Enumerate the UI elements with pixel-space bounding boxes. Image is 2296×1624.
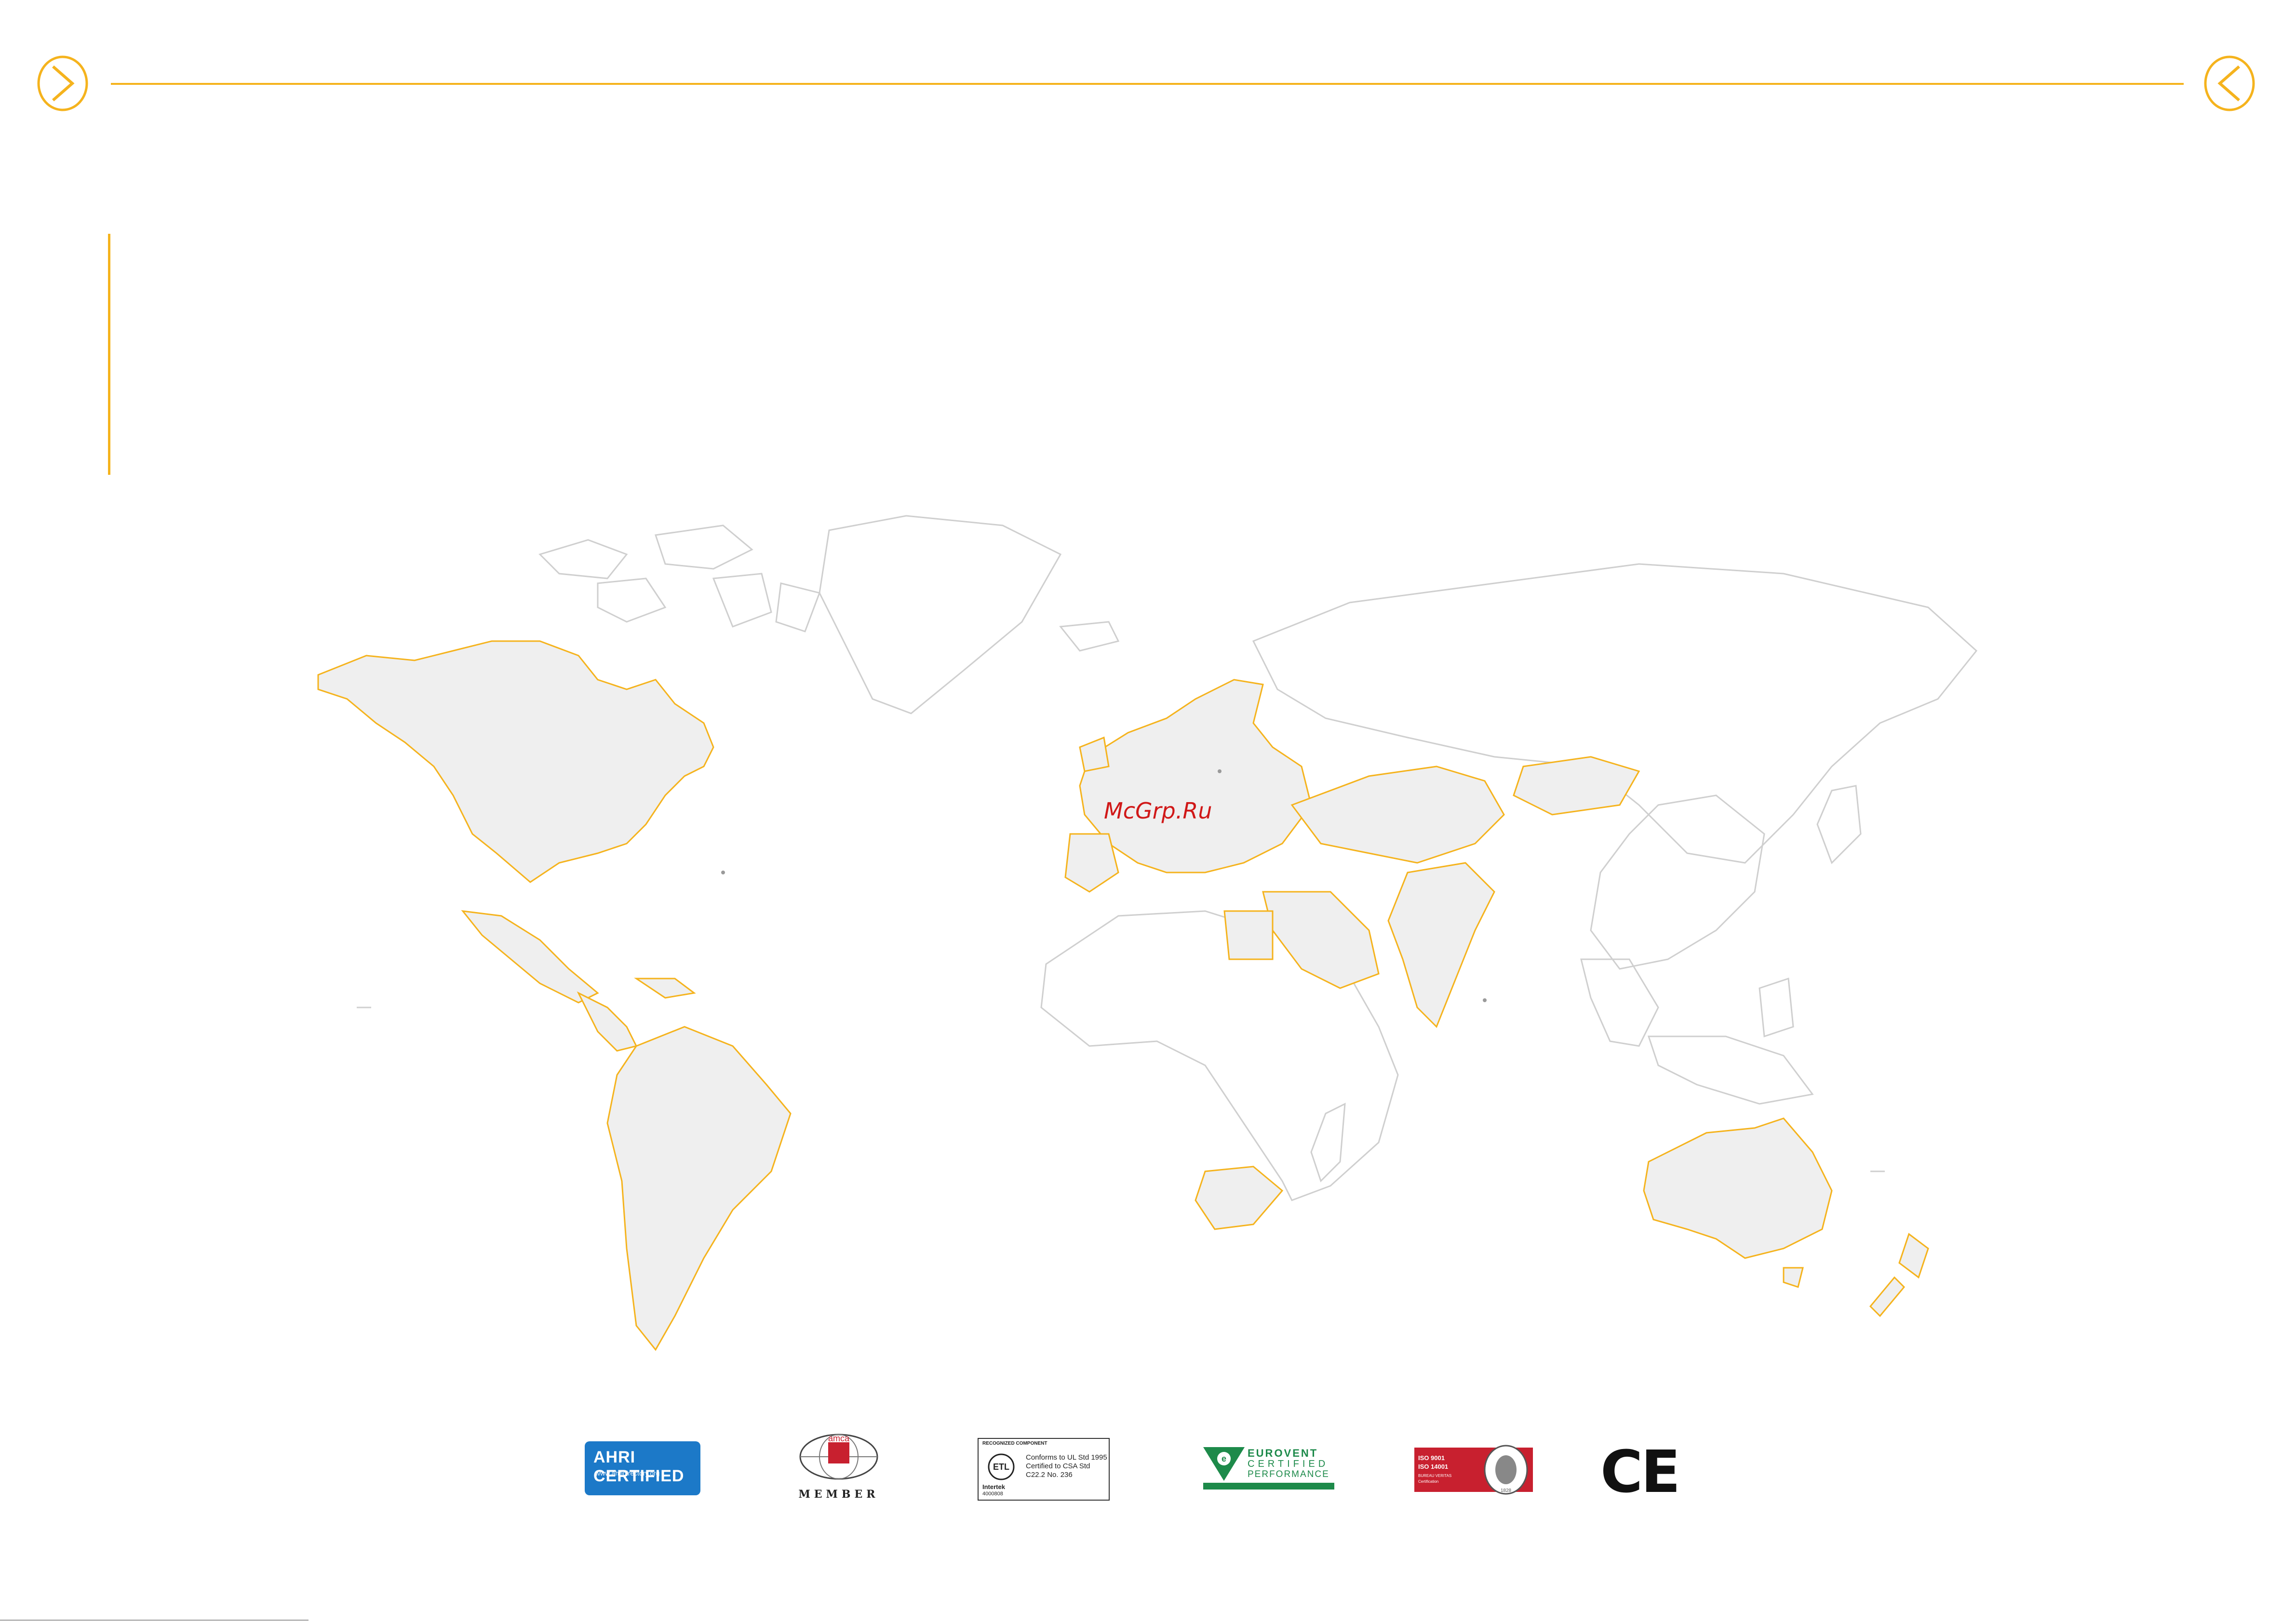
iso-line-4: Certification [1418,1479,1439,1484]
etl-line-2: Certified to CSA Std [1026,1462,1090,1470]
next-page-icon[interactable] [2201,52,2258,115]
eurovent-line-2: CERTIFIED [1248,1459,1329,1469]
iso-line-1: ISO 9001 [1418,1454,1445,1462]
amca-globe-icon: amca [799,1434,878,1480]
section-accent-bar [108,234,110,475]
etl-top-text: RECOGNIZED COMPONENT [982,1441,1047,1446]
svg-text:ETL: ETL [993,1462,1009,1472]
bureau-veritas-seal-icon: 1828 [1484,1445,1528,1495]
watermark-text: McGrp.Ru [1104,798,1212,824]
ahri-certified-logo: AHRI CERTIFIED www.ahridirectory.org [585,1441,700,1495]
amca-member-logo: amca MEMBER [791,1433,887,1501]
eurovent-certified-logo: e EUROVENT CERTIFIED PERFORMANCE [1203,1445,1334,1490]
etl-line-1: Conforms to UL Std 1995 [1026,1453,1107,1462]
etl-line-3: C22.2 No. 236 [1026,1471,1073,1479]
prev-page-icon[interactable] [34,52,92,115]
iso-year: 1828 [1501,1488,1512,1493]
eurovent-footer-bar [1203,1483,1334,1490]
amca-member-label: MEMBER [798,1488,879,1501]
eurovent-line-1: EUROVENT [1248,1447,1318,1459]
etl-intertek-logo: RECOGNIZED COMPONENT ETL Conforms to UL … [978,1438,1110,1501]
ahri-url: www.ahridirectory.org [595,1469,660,1477]
etl-mark-icon: ETL [988,1453,1015,1480]
eurovent-mark-icon: e [1203,1447,1245,1481]
ce-mark: CE [1600,1439,1680,1506]
world-map [317,515,1978,1351]
iso-line-2: ISO 14001 [1418,1463,1449,1470]
eurovent-line-3: PERFORMANCE [1248,1469,1329,1479]
footer-rule [0,1620,309,1621]
etl-brand: Intertek [982,1483,1005,1490]
svg-text:e: e [1222,1454,1226,1463]
etl-code: 4000808 [982,1491,1003,1497]
highlighted-countries [317,640,1929,1351]
bureau-veritas-iso-logo: ISO 9001 ISO 14001 BUREAU VERITAS Certif… [1414,1445,1533,1495]
amca-mark: amca [828,1434,850,1443]
iso-line-3: BUREAU VERITAS [1418,1474,1452,1478]
ahri-label: AHRI CERTIFIED [593,1448,685,1485]
header-rule [111,83,2184,85]
